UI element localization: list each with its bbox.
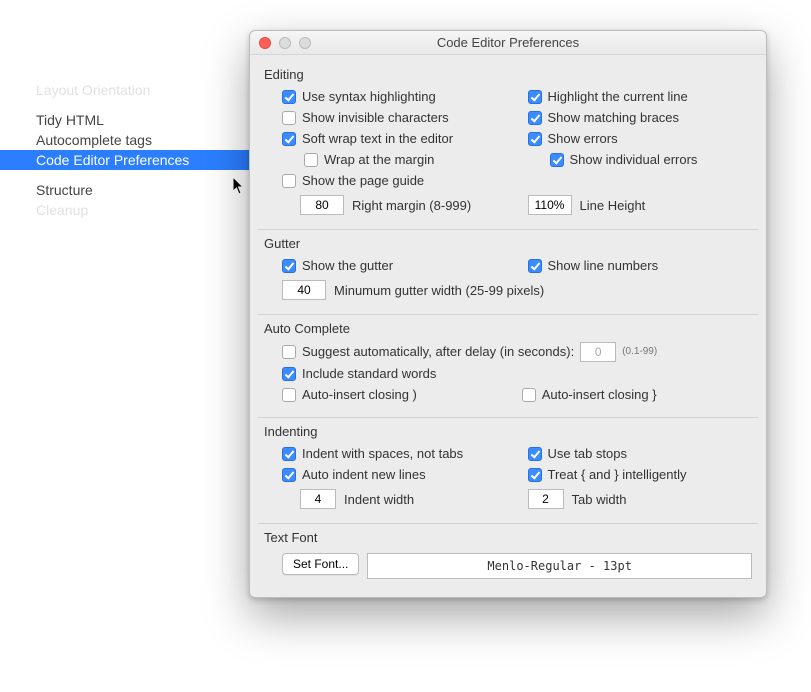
- checkbox-page-guide[interactable]: Show the page guide: [282, 170, 528, 191]
- close-icon[interactable]: [259, 37, 271, 49]
- checkbox-suggest-auto[interactable]: Suggest automatically, after delay (in s…: [282, 340, 752, 363]
- section-indenting: Indenting Indent with spaces, not tabs A…: [264, 424, 752, 521]
- checkbox-close-paren[interactable]: Auto-insert closing ): [282, 384, 522, 405]
- menu-item-layout-orientation[interactable]: Layout Orientation: [30, 80, 250, 100]
- section-title-editing: Editing: [264, 67, 752, 82]
- checkbox-tab-stops[interactable]: Use tab stops: [528, 443, 752, 464]
- section-title-indenting: Indenting: [264, 424, 752, 439]
- menu-item-structure[interactable]: Structure: [30, 180, 250, 200]
- checkbox-line-numbers[interactable]: Show line numbers: [528, 255, 752, 276]
- menu-item-autocomplete-tags[interactable]: Autocomplete tags: [30, 130, 250, 150]
- divider: [258, 417, 758, 418]
- titlebar: Code Editor Preferences: [250, 31, 766, 55]
- section-title-text-font: Text Font: [264, 530, 752, 545]
- checkbox-individual-errors[interactable]: Show individual errors: [528, 149, 752, 170]
- checkbox-treat-braces[interactable]: Treat { and } intelligently: [528, 464, 752, 485]
- divider: [258, 523, 758, 524]
- section-title-autocomplete: Auto Complete: [264, 321, 752, 336]
- suggest-delay-input: [580, 342, 616, 362]
- checkbox-auto-indent[interactable]: Auto indent new lines: [282, 464, 528, 485]
- checkbox-show-gutter[interactable]: Show the gutter: [282, 255, 528, 276]
- menu-item-code-editor-preferences[interactable]: Code Editor Preferences: [0, 150, 265, 170]
- divider: [258, 229, 758, 230]
- tab-width-input[interactable]: [528, 489, 564, 509]
- section-text-font: Text Font Set Font... Menlo-Regular - 13…: [264, 530, 752, 583]
- checkbox-wrap-margin[interactable]: Wrap at the margin: [282, 149, 528, 170]
- context-menu: Layout Orientation Tidy HTML Autocomplet…: [30, 80, 250, 220]
- checkbox-invisible-characters[interactable]: Show invisible characters: [282, 107, 528, 128]
- gutter-width-label: Minumum gutter width (25-99 pixels): [334, 283, 544, 298]
- checkbox-show-errors[interactable]: Show errors: [528, 128, 752, 149]
- checkbox-highlight-line[interactable]: Highlight the current line: [528, 86, 752, 107]
- checkbox-matching-braces[interactable]: Show matching braces: [528, 107, 752, 128]
- section-title-gutter: Gutter: [264, 236, 752, 251]
- minimize-icon[interactable]: [279, 37, 291, 49]
- suggest-delay-hint: (0.1-99): [622, 343, 657, 361]
- menu-item-cleanup[interactable]: Cleanup: [30, 200, 250, 220]
- menu-item-tidy-html[interactable]: Tidy HTML: [30, 110, 250, 130]
- maximize-icon[interactable]: [299, 37, 311, 49]
- indent-width-label: Indent width: [344, 492, 414, 507]
- section-gutter: Gutter Show the gutter Show line numbers…: [264, 236, 752, 312]
- preferences-window: Code Editor Preferences Editing Use synt…: [249, 30, 767, 598]
- font-display: Menlo-Regular - 13pt: [367, 553, 752, 579]
- right-margin-input[interactable]: [300, 195, 344, 215]
- checkbox-include-words[interactable]: Include standard words: [282, 363, 752, 384]
- section-editing: Editing Use syntax highlighting Show inv…: [264, 67, 752, 227]
- checkbox-syntax-highlighting[interactable]: Use syntax highlighting: [282, 86, 528, 107]
- indent-width-input[interactable]: [300, 489, 336, 509]
- checkbox-soft-wrap[interactable]: Soft wrap text in the editor: [282, 128, 528, 149]
- checkbox-close-brace[interactable]: Auto-insert closing }: [522, 384, 752, 405]
- right-margin-label: Right margin (8-999): [352, 198, 471, 213]
- section-autocomplete: Auto Complete Suggest automatically, aft…: [264, 321, 752, 415]
- gutter-width-input[interactable]: [282, 280, 326, 300]
- line-height-label: Line Height: [580, 198, 646, 213]
- window-title: Code Editor Preferences: [250, 35, 766, 50]
- set-font-button[interactable]: Set Font...: [282, 553, 359, 575]
- tab-width-label: Tab width: [572, 492, 627, 507]
- divider: [258, 314, 758, 315]
- line-height-input[interactable]: [528, 195, 572, 215]
- checkbox-indent-spaces[interactable]: Indent with spaces, not tabs: [282, 443, 528, 464]
